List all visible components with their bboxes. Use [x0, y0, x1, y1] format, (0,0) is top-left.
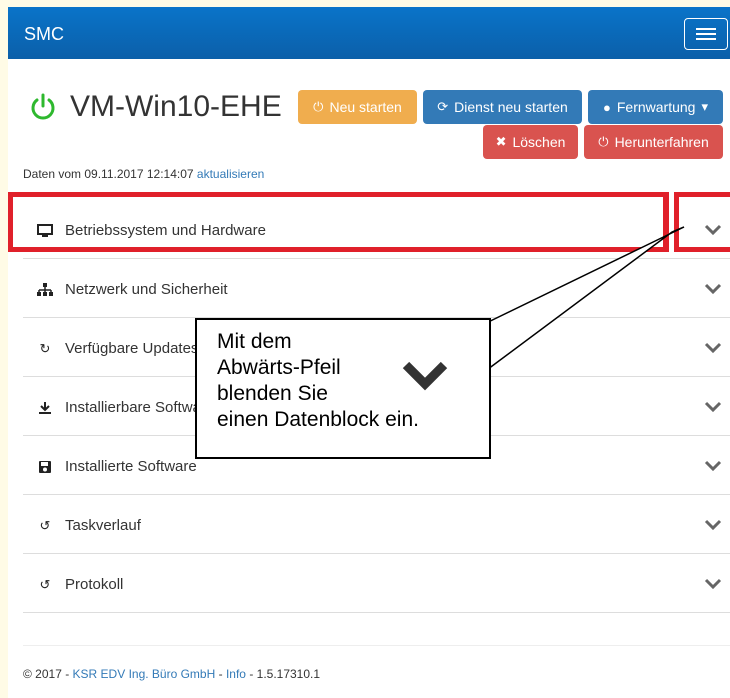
page: SMC VM-Win10-EHE ⏻ Neu starten ⟳ Dienst ne…: [8, 7, 730, 698]
chevron-down-icon: [402, 361, 448, 391]
footer: © 2017 - KSR EDV Ing. Büro GmbH - Info -…: [23, 667, 321, 681]
footer-divider: [23, 645, 730, 646]
callout-box: Mit dem Abwärts-Pfeil blenden Sie einen …: [195, 318, 491, 459]
company-link[interactable]: KSR EDV Ing. Büro GmbH: [73, 667, 216, 681]
info-link[interactable]: Info: [226, 667, 246, 681]
